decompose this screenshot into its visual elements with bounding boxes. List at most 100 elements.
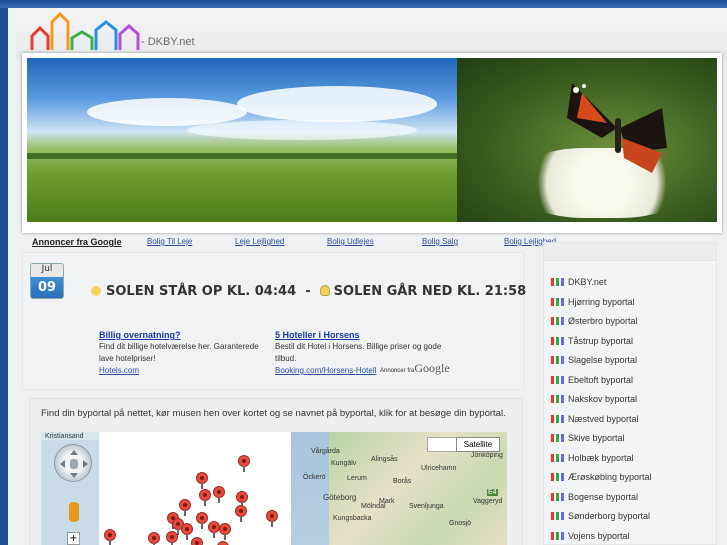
sidebar-item-label[interactable]: Holbæk byportal — [568, 453, 634, 463]
map-label: Gnosjö — [449, 520, 472, 527]
map-label: Mark — [379, 498, 395, 505]
banner — [22, 53, 722, 233]
page: - DKBY.net Annoncer fra Google Bolig Til… — [8, 8, 727, 545]
map-pin[interactable] — [235, 505, 247, 522]
sidebar-item[interactable]: Ebeltoft byportal — [551, 375, 633, 393]
lightbulb-icon — [319, 285, 330, 296]
satellite-button[interactable]: Satellite — [456, 437, 500, 452]
sidebar-item-label[interactable]: Skive byportal — [568, 433, 625, 443]
ad-link[interactable]: Bolig Til Leje — [147, 237, 192, 246]
city-icon — [551, 376, 564, 384]
top-bar — [0, 0, 727, 8]
map-label: Svenljunga — [409, 503, 444, 510]
sidebar-item[interactable]: Nakskov byportal — [551, 394, 637, 412]
map-label: Borås — [393, 478, 412, 485]
sidebar-item[interactable]: Bogense byportal — [551, 492, 638, 510]
map-pin[interactable] — [213, 486, 225, 503]
sidebar-item-label[interactable]: DKBY.net — [568, 277, 606, 287]
city-skyline-logo-icon[interactable] — [30, 12, 140, 52]
sunrise-text: SOLEN STÅR OP KL. 04:44 — [106, 284, 297, 299]
city-icon — [551, 493, 564, 501]
separator: - — [305, 284, 311, 299]
hand-icon — [60, 450, 88, 478]
banner-image — [27, 58, 717, 222]
byportal-map[interactable]: Kristiansand + Vårgårda Kungälv Alingsås… — [41, 432, 507, 545]
ad-link[interactable]: Bolig Udlejes — [327, 237, 374, 246]
sidebar-item[interactable]: Holbæk byportal — [551, 453, 634, 471]
sidebar-item[interactable]: Skive byportal — [551, 433, 625, 451]
map-label: Ulricehamn — [421, 465, 457, 472]
city-icon — [551, 532, 564, 540]
ads-lead[interactable]: Annoncer fra Google — [32, 237, 122, 247]
byportal-sidebar: DKBY.net Hjørring byportal Østerbro bypo… — [543, 242, 717, 545]
zoom-in-button[interactable]: + — [67, 532, 80, 545]
map-pin[interactable] — [166, 531, 178, 545]
sidebar-header — [544, 243, 716, 261]
sidebar-item-label[interactable]: Bogense byportal — [568, 492, 638, 502]
ads-by-google[interactable]: Annoncer fraGoogle — [380, 361, 450, 376]
map-label: E4 — [487, 489, 498, 496]
city-icon — [551, 512, 564, 520]
map-intro: Find din byportal på nettet, kør musen h… — [41, 408, 506, 419]
map-pin[interactable] — [196, 512, 208, 529]
map-label: Vaggeryd — [473, 498, 503, 505]
city-icon — [551, 434, 564, 442]
google-logo: Google — [414, 361, 450, 375]
map-pin[interactable] — [179, 499, 191, 516]
sidebar-item[interactable]: Tåstrup byportal — [551, 336, 633, 354]
map-pin[interactable] — [219, 523, 231, 540]
date-month: Jul — [31, 264, 63, 277]
map-search-box[interactable] — [427, 437, 457, 452]
sidebar-item[interactable]: DKBY.net — [551, 277, 606, 295]
sidebar-item[interactable]: Slagelse byportal — [551, 355, 637, 373]
map-label: Vårgårda — [311, 448, 340, 455]
city-icon — [551, 395, 564, 403]
butterfly-icon — [567, 83, 667, 173]
site-name[interactable]: - DKBY.net — [141, 36, 195, 48]
map-label: Öckerö — [303, 474, 326, 481]
map-label: Kungälv — [331, 460, 357, 467]
sidebar-item-label[interactable]: Østerbro byportal — [568, 316, 638, 326]
sidebar-item-label[interactable]: Sønderborg byportal — [568, 511, 650, 521]
sidebar-item-label[interactable]: Næstved byportal — [568, 414, 639, 424]
sunset-text: SOLEN GÅR NED KL. 21:58 — [333, 284, 527, 299]
map-label: Kungsbacka — [333, 515, 372, 522]
map-pin[interactable] — [238, 455, 250, 472]
sidebar-item-label[interactable]: Nakskov byportal — [568, 394, 637, 404]
map-pin[interactable] — [191, 537, 203, 545]
ad-link[interactable]: Bolig Salg — [422, 237, 458, 246]
sidebar-item[interactable]: Østerbro byportal — [551, 316, 638, 334]
map-pin[interactable] — [199, 489, 211, 506]
sidebar-item-label[interactable]: Slagelse byportal — [568, 355, 637, 365]
map-pin[interactable] — [266, 510, 278, 527]
sidebar-item[interactable]: Næstved byportal — [551, 414, 639, 432]
map-pin[interactable] — [148, 532, 160, 545]
city-icon — [551, 356, 564, 364]
sidebar-item[interactable]: Sønderborg byportal — [551, 511, 650, 529]
ad-title[interactable]: Billig overnatning? — [99, 329, 274, 341]
date-day: 09 — [31, 277, 63, 298]
sidebar-item-label[interactable]: Tåstrup byportal — [568, 336, 633, 346]
sidebar-item-label[interactable]: Hjørring byportal — [568, 297, 635, 307]
ad-text: Find dit billige hotelværelse her. Garan… — [99, 342, 259, 363]
sidebar-item-label[interactable]: Ebeltoft byportal — [568, 375, 633, 385]
sidebar-item[interactable]: Ærøskøbing byportal — [551, 472, 652, 490]
sidebar-item-label[interactable]: Ærøskøbing byportal — [568, 472, 652, 482]
map-pin[interactable] — [217, 541, 229, 545]
ad-title[interactable]: 5 Hoteller i Horsens — [275, 329, 450, 341]
map-pin[interactable] — [104, 529, 116, 545]
sidebar-item-label[interactable]: Vojens byportal — [568, 531, 630, 541]
ad-link[interactable]: Leje Lejlighed — [235, 237, 284, 246]
city-icon — [551, 415, 564, 423]
city-icon — [551, 278, 564, 286]
map-label: Jönköping — [471, 452, 503, 459]
google-ad[interactable]: Billig overnatning? Find dit billige hot… — [99, 329, 274, 377]
street-view-pegman-icon[interactable] — [69, 502, 79, 522]
sidebar-item[interactable]: Hjørring byportal — [551, 297, 635, 315]
map-pin[interactable] — [196, 472, 208, 489]
ad-url[interactable]: Hotels.com — [99, 365, 274, 377]
map-pan-control[interactable] — [54, 444, 92, 482]
map-label: Lerum — [347, 475, 367, 482]
sidebar-item[interactable]: Vojens byportal — [551, 531, 630, 545]
city-icon — [551, 454, 564, 462]
